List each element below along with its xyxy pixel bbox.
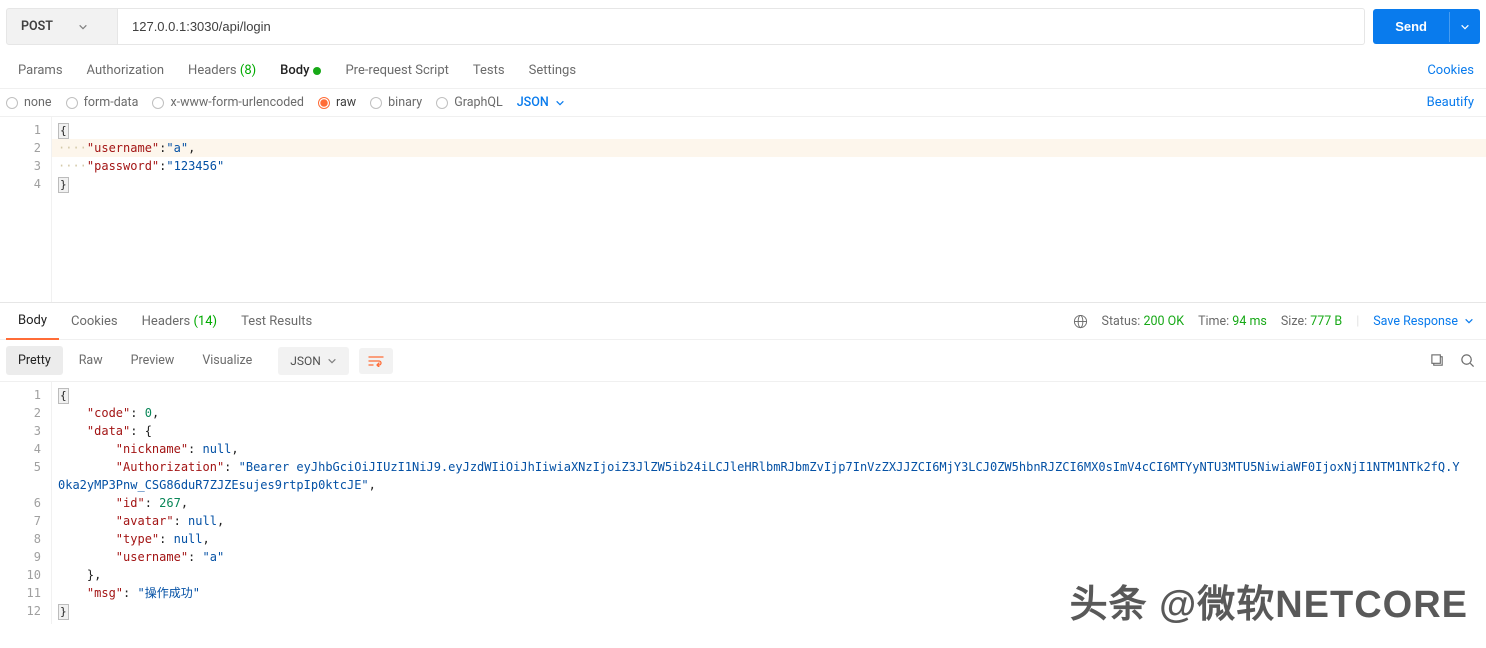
response-view-row: Pretty Raw Preview Visualize JSON — [0, 340, 1486, 382]
tab-body[interactable]: Body — [268, 53, 333, 88]
body-type-binary[interactable]: binary — [370, 95, 422, 110]
view-preview[interactable]: Preview — [119, 346, 187, 375]
body-type-formdata[interactable]: form-data — [66, 95, 139, 110]
radio-icon — [152, 97, 164, 109]
body-type-raw[interactable]: raw — [318, 95, 356, 110]
body-modified-dot-icon — [313, 67, 321, 75]
radio-icon — [370, 97, 382, 109]
body-type-none[interactable]: none — [6, 95, 52, 110]
radio-icon — [66, 97, 78, 109]
chevron-down-icon — [62, 22, 103, 32]
body-type-row: none form-data x-www-form-urlencoded raw… — [0, 89, 1486, 117]
send-dropdown-icon[interactable] — [1449, 12, 1480, 42]
status-code: 200 OK — [1143, 314, 1184, 329]
line-gutter: 123456789101112 — [0, 382, 52, 624]
wrap-lines-button[interactable] — [359, 348, 393, 374]
response-status: Status: 200 OK Time: 94 ms Size: 777 B |… — [1073, 314, 1480, 329]
beautify-link[interactable]: Beautify — [1421, 95, 1480, 110]
code-area[interactable]: { "code": 0, "data": { "nickname": null,… — [52, 382, 1486, 624]
response-body-editor[interactable]: 123456789101112 { "code": 0, "data": { "… — [0, 382, 1486, 624]
resp-headers-count: (14) — [193, 314, 217, 329]
tab-tests[interactable]: Tests — [461, 53, 517, 88]
tab-headers[interactable]: Headers (8) — [176, 53, 268, 88]
body-format-select[interactable]: JSON — [517, 95, 565, 110]
search-icon[interactable] — [1454, 348, 1480, 374]
request-bar: POST Send — [0, 0, 1486, 53]
response-time: 94 ms — [1232, 314, 1267, 329]
radio-icon — [436, 97, 448, 109]
save-response-button[interactable]: Save Response — [1373, 314, 1474, 329]
request-tabs: Params Authorization Headers (8) Body Pr… — [0, 53, 1486, 89]
code-area[interactable]: { ····"username":"a", ····"password":"12… — [52, 117, 1486, 302]
resp-tab-tests[interactable]: Test Results — [229, 304, 324, 339]
request-body-editor[interactable]: 1234 { ····"username":"a", ····"password… — [0, 117, 1486, 303]
view-raw[interactable]: Raw — [67, 346, 115, 375]
line-gutter: 1234 — [0, 117, 52, 302]
view-pretty[interactable]: Pretty — [6, 346, 63, 375]
globe-icon[interactable] — [1073, 314, 1088, 329]
cookies-link[interactable]: Cookies — [1421, 53, 1480, 88]
http-method-select[interactable]: POST — [6, 8, 118, 45]
tab-prerequest[interactable]: Pre-request Script — [333, 53, 460, 88]
send-button-label: Send — [1373, 9, 1449, 44]
body-type-graphql[interactable]: GraphQL — [436, 95, 503, 110]
resp-tab-body[interactable]: Body — [6, 303, 59, 340]
response-tabs: Body Cookies Headers (14) Test Results S… — [0, 303, 1486, 340]
headers-count: (8) — [240, 63, 256, 78]
radio-icon — [6, 97, 18, 109]
tab-params[interactable]: Params — [6, 53, 75, 88]
send-button[interactable]: Send — [1373, 9, 1480, 44]
http-method-value: POST — [21, 19, 62, 34]
copy-icon[interactable] — [1424, 348, 1450, 374]
tab-authorization[interactable]: Authorization — [75, 53, 177, 88]
body-type-xwww[interactable]: x-www-form-urlencoded — [152, 95, 304, 110]
url-input[interactable] — [118, 8, 1365, 45]
tab-settings[interactable]: Settings — [517, 53, 588, 88]
resp-tab-cookies[interactable]: Cookies — [59, 304, 130, 339]
response-format-select[interactable]: JSON — [278, 347, 349, 375]
response-size: 777 B — [1310, 314, 1342, 329]
view-visualize[interactable]: Visualize — [190, 346, 264, 375]
resp-tab-headers[interactable]: Headers (14) — [130, 304, 229, 339]
radio-icon — [318, 97, 330, 109]
